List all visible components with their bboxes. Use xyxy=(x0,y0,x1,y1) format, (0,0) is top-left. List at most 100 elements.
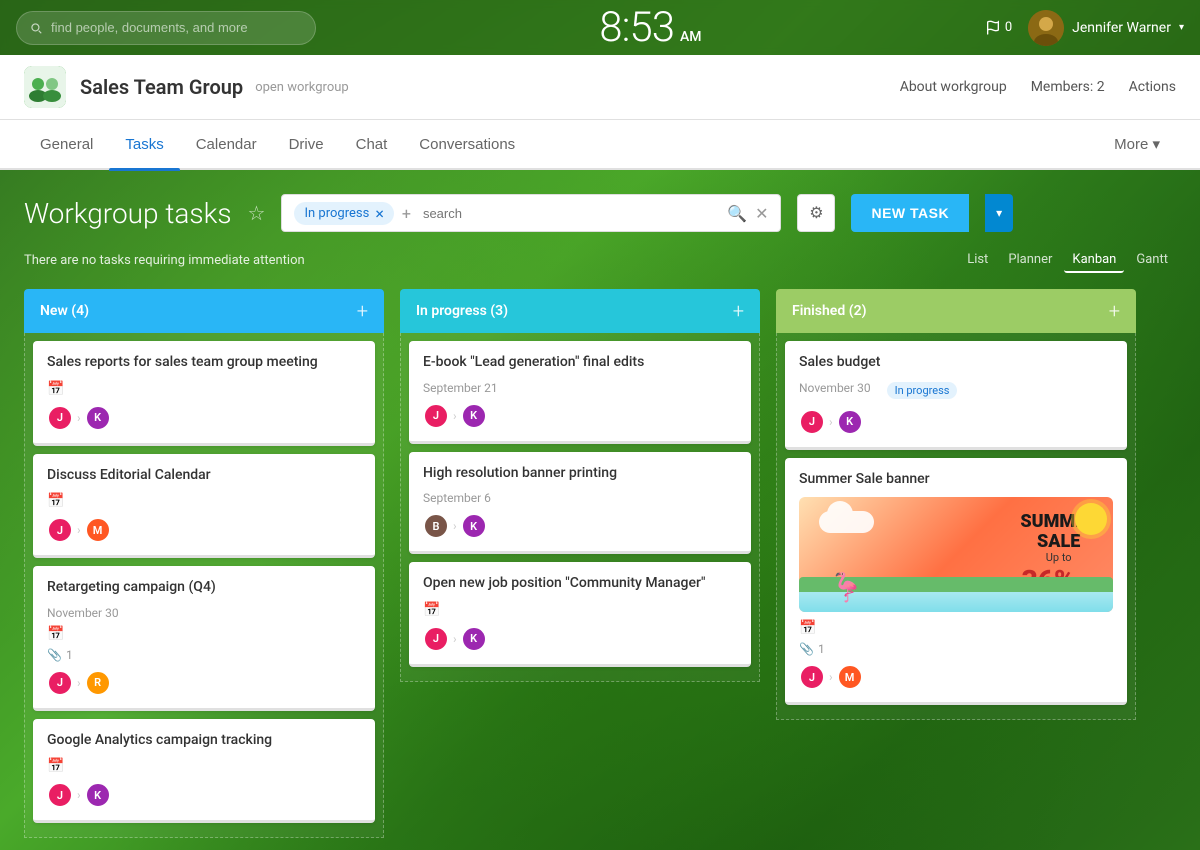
column-new-body: Sales reports for sales team group meeti… xyxy=(24,333,384,838)
tab-tasks[interactable]: Tasks xyxy=(109,119,179,169)
banner-cloud xyxy=(819,511,874,533)
user-avatar-area[interactable]: Jennifer Warner ▾ xyxy=(1028,10,1184,46)
workgroup-header: Sales Team Group open workgroup About wo… xyxy=(0,55,1200,120)
members-btn[interactable]: Members: 2 xyxy=(1031,79,1105,95)
task-card[interactable]: Google Analytics campaign tracking 📅 J ›… xyxy=(33,719,375,824)
new-task-dropdown[interactable]: ▾ xyxy=(985,194,1013,232)
tab-chat[interactable]: Chat xyxy=(340,119,404,169)
task-card-avatars: B › K xyxy=(423,513,737,539)
user-name: Jennifer Warner xyxy=(1072,20,1171,36)
calendar-icon: 📅 xyxy=(423,602,737,618)
avatar: J xyxy=(423,403,449,429)
task-card[interactable]: E-book "Lead generation" final edits Sep… xyxy=(409,341,751,444)
task-card-avatars: J › K xyxy=(47,405,361,431)
banner-sun xyxy=(1075,503,1107,535)
workgroup-avatar-image xyxy=(24,66,66,108)
task-card-title: High resolution banner printing xyxy=(423,464,737,484)
view-kanban[interactable]: Kanban xyxy=(1064,248,1124,273)
new-task-button[interactable]: NEW TASK xyxy=(851,194,969,232)
paperclip-icon: 📎 xyxy=(47,648,62,662)
task-card-avatars: J › K xyxy=(799,409,1113,435)
arrow-separator: › xyxy=(829,415,833,429)
view-list[interactable]: List xyxy=(959,248,996,273)
column-inprogress: In progress (3) + E-book "Lead generatio… xyxy=(400,289,760,682)
arrow-separator: › xyxy=(453,632,457,646)
status-bar: There are no tasks requiring immediate a… xyxy=(24,248,1176,273)
filter-add-icon[interactable]: + xyxy=(402,204,411,223)
column-inprogress-label: In progress (3) xyxy=(416,303,508,319)
task-card-avatars: J › M xyxy=(47,517,361,543)
column-new-add[interactable]: + xyxy=(357,299,368,323)
task-card[interactable]: Retargeting campaign (Q4) November 30 📅 … xyxy=(33,566,375,711)
favorite-icon[interactable]: ☆ xyxy=(248,201,266,225)
filter-icons: 🔍 ✕ xyxy=(727,204,768,223)
flag-badge[interactable]: 0 xyxy=(985,20,1012,36)
tab-calendar[interactable]: Calendar xyxy=(180,119,273,169)
nav-tabs: General Tasks Calendar Drive Chat Conver… xyxy=(0,120,1200,170)
column-finished-label: Finished (2) xyxy=(792,303,866,319)
task-card[interactable]: Sales reports for sales team group meeti… xyxy=(33,341,375,446)
task-card-date: September 6 xyxy=(423,491,737,505)
clock-time: 8:53 xyxy=(599,3,674,52)
attach-count: 📎 1 xyxy=(47,648,361,662)
task-card[interactable]: Open new job position "Community Manager… xyxy=(409,562,751,667)
task-card-title: Discuss Editorial Calendar xyxy=(47,466,361,486)
task-card-title: Summer Sale banner xyxy=(799,470,1113,490)
tab-general[interactable]: General xyxy=(24,119,109,169)
avatar-image xyxy=(1028,10,1064,46)
banner-subtitle: Up to xyxy=(1020,551,1097,564)
view-options: List Planner Kanban Gantt xyxy=(959,248,1176,273)
tab-more[interactable]: More ▾ xyxy=(1098,119,1176,169)
task-card-date: November 30 xyxy=(47,606,361,620)
summer-sale-banner: 🦩 SUMMERSALE Up to 36% Off xyxy=(799,497,1113,612)
user-dropdown-arrow: ▾ xyxy=(1179,22,1184,33)
column-inprogress-body: E-book "Lead generation" final edits Sep… xyxy=(400,333,760,682)
task-card-title: Retargeting campaign (Q4) xyxy=(47,578,361,598)
avatar: J xyxy=(423,626,449,652)
arrow-separator: › xyxy=(77,676,81,690)
view-planner[interactable]: Planner xyxy=(1000,248,1060,273)
filter-chip-remove[interactable]: × xyxy=(375,204,384,223)
task-card[interactable]: Discuss Editorial Calendar 📅 J › M xyxy=(33,454,375,559)
avatar: J xyxy=(47,517,73,543)
avatar: M xyxy=(85,517,111,543)
column-new-header: New (4) + xyxy=(24,289,384,333)
task-card[interactable]: High resolution banner printing Septembe… xyxy=(409,452,751,555)
page-title: Workgroup tasks xyxy=(24,197,232,230)
column-inprogress-add[interactable]: + xyxy=(733,299,744,323)
settings-button[interactable]: ⚙ xyxy=(797,194,835,232)
filter-chip-label: In progress xyxy=(304,206,369,221)
task-card-title: Sales reports for sales team group meeti… xyxy=(47,353,361,373)
column-finished-header: Finished (2) + xyxy=(776,289,1136,333)
task-card[interactable]: Summer Sale banner 🦩 SUMMERSALE Up to 36… xyxy=(785,458,1127,706)
avatar: J xyxy=(47,670,73,696)
filter-chip-inprogress[interactable]: In progress × xyxy=(294,202,393,225)
flag-icon xyxy=(985,20,1001,36)
calendar-icon: 📅 xyxy=(47,758,361,774)
task-card-avatars: J › R xyxy=(47,670,361,696)
actions-btn[interactable]: Actions xyxy=(1129,79,1176,95)
column-finished-add[interactable]: + xyxy=(1109,299,1120,323)
task-card-date: November 30 xyxy=(799,381,871,395)
status-badge: In progress xyxy=(887,382,958,399)
about-workgroup-btn[interactable]: About workgroup xyxy=(900,79,1007,95)
column-finished-body: Sales budget November 30 In progress J ›… xyxy=(776,333,1136,720)
column-inprogress-header: In progress (3) + xyxy=(400,289,760,333)
search-bar[interactable] xyxy=(16,11,316,45)
task-card[interactable]: Sales budget November 30 In progress J ›… xyxy=(785,341,1127,450)
clear-filter-icon[interactable]: ✕ xyxy=(755,204,768,223)
tab-drive[interactable]: Drive xyxy=(273,119,340,169)
kanban-board: New (4) + Sales reports for sales team g… xyxy=(24,289,1176,838)
arrow-separator: › xyxy=(453,519,457,533)
view-gantt[interactable]: Gantt xyxy=(1128,248,1176,273)
search-filter-icon[interactable]: 🔍 xyxy=(727,204,747,223)
search-input[interactable] xyxy=(51,20,281,35)
workgroup-title: Sales Team Group xyxy=(80,75,243,99)
calendar-icon: 📅 xyxy=(47,626,361,642)
workgroup-avatar xyxy=(24,66,66,108)
filter-search-input[interactable] xyxy=(423,206,719,221)
clock-am: AM xyxy=(680,29,702,45)
tab-conversations[interactable]: Conversations xyxy=(403,119,531,169)
column-finished: Finished (2) + Sales budget November 30 … xyxy=(776,289,1136,720)
avatar: B xyxy=(423,513,449,539)
